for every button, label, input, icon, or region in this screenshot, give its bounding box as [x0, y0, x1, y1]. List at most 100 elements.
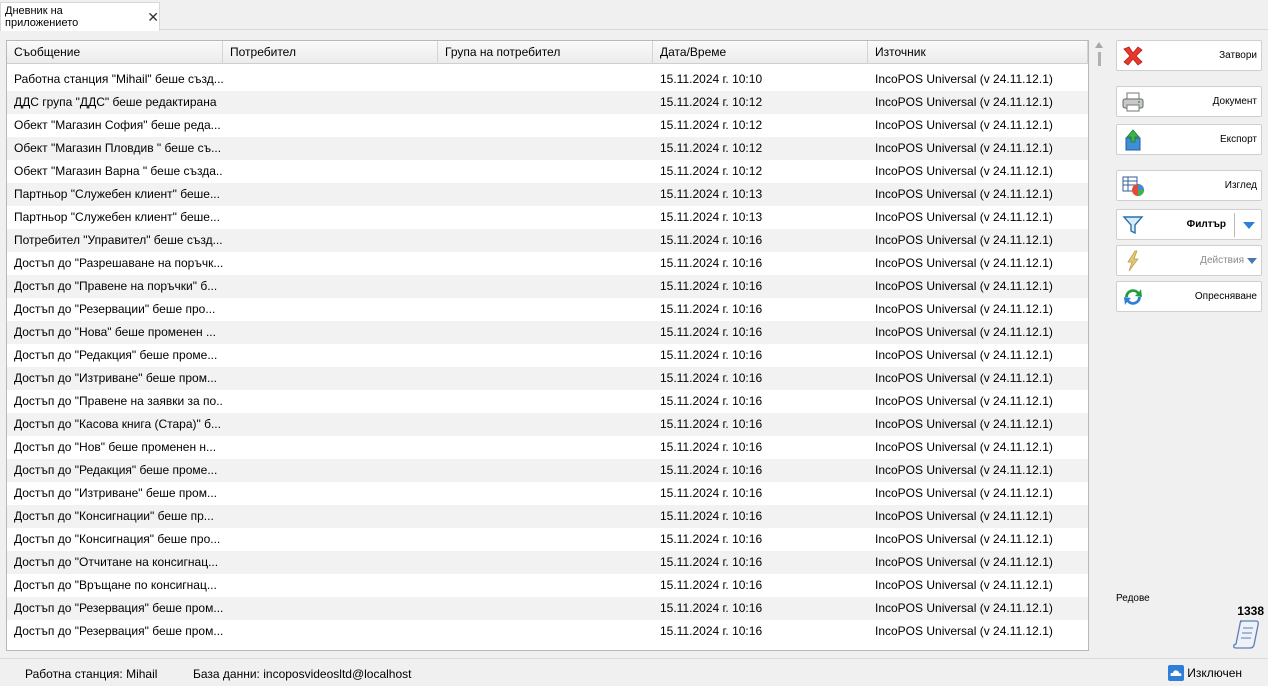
table-row[interactable]: Достъп до "Редакция" беше проме... 15.11.…	[7, 344, 1088, 367]
tab-close-icon[interactable]: ✕	[147, 10, 159, 24]
lightning-icon	[1127, 250, 1139, 272]
table-row[interactable]: Достъп до "Разрешаване на поръчк... 15.11…	[7, 252, 1088, 275]
document-button[interactable]: Документ	[1116, 86, 1262, 117]
cell-user	[223, 160, 438, 183]
refresh-button-label: Опресняване	[1194, 291, 1257, 302]
table-row[interactable]: Достъп до "Резервации" беше про... 15.11.…	[7, 298, 1088, 321]
cell-source: IncoPOS Universal (v 24.11.12.1)	[875, 555, 1053, 569]
cell-message: Достъп до "Консигнация" беше про...	[14, 532, 221, 546]
table-row[interactable]: ДДС група "ДДС" беше редактирана 15.11.20…	[7, 91, 1088, 114]
log-table[interactable]: Съобщение Потребител Група на потребител…	[6, 40, 1089, 651]
export-button-label: Експорт	[1219, 134, 1257, 145]
cell-user	[223, 91, 438, 114]
cell-source: IncoPOS Universal (v 24.11.12.1)	[875, 256, 1053, 270]
cell-datetime: 15.11.2024 г. 10:16	[660, 256, 763, 270]
table-row[interactable]: Обект "Магазин София" беше реда... 15.11.…	[7, 114, 1088, 137]
cell-source: IncoPOS Universal (v 24.11.12.1)	[875, 210, 1053, 224]
cell-source: IncoPOS Universal (v 24.11.12.1)	[875, 417, 1053, 431]
table-row[interactable]: Обект "Магазин Пловдив " беше съ... 15.11…	[7, 137, 1088, 160]
cell-user-group	[438, 91, 653, 114]
cell-message: Достъп до "Редакция" беше проме...	[14, 463, 218, 477]
cell-user-group	[438, 597, 653, 620]
cell-source: IncoPOS Universal (v 24.11.12.1)	[875, 233, 1053, 247]
table-row[interactable]: Достъп до "Изтриване" беше пром... 15.11.…	[7, 367, 1088, 390]
cloud-icon	[1168, 665, 1185, 681]
table-row[interactable]: Партньор "Служебен клиент" беше... 15.11.…	[7, 206, 1088, 229]
cell-user	[223, 183, 438, 206]
view-button[interactable]: Изглед	[1116, 170, 1262, 201]
table-row[interactable]: Потребител "Управител" беше създ... 15.11…	[7, 229, 1088, 252]
tab-title: Дневник на приложението	[5, 5, 79, 29]
cell-source: IncoPOS Universal (v 24.11.12.1)	[875, 302, 1053, 316]
table-row[interactable]: Достъп до "Консигнации" беше пр... 15.11.…	[7, 505, 1088, 528]
cell-source: IncoPOS Universal (v 24.11.12.1)	[875, 371, 1053, 385]
table-row[interactable]: Достъп до "Резервация" беше пром... 15.11…	[7, 597, 1088, 620]
cell-datetime: 15.11.2024 г. 10:16	[660, 394, 763, 408]
cell-datetime: 15.11.2024 г. 10:13	[660, 187, 763, 201]
export-box-icon	[1125, 129, 1141, 151]
cell-user-group	[438, 367, 653, 390]
table-row[interactable]: Достъп до "Резервация" беше пром... 15.11…	[7, 620, 1088, 643]
cell-source: IncoPOS Universal (v 24.11.12.1)	[875, 532, 1053, 546]
table-row[interactable]: Работна станция "Mihail" беше създ... 15.…	[7, 68, 1088, 91]
column-header-user[interactable]: Потребител	[223, 41, 438, 64]
refresh-button[interactable]: Опресняване	[1116, 281, 1262, 312]
cell-source: IncoPOS Universal (v 24.11.12.1)	[875, 601, 1053, 615]
cell-user-group	[438, 413, 653, 436]
cell-message: Партньор "Служебен клиент" беше...	[14, 187, 220, 201]
table-row[interactable]: Достъп до "Връщане по консигнац... 15.11.…	[7, 574, 1088, 597]
cell-datetime: 15.11.2024 г. 10:16	[660, 532, 763, 546]
cell-user	[223, 68, 438, 91]
table-row[interactable]: Обект "Магазин Варна " беше създа... 15.1…	[7, 160, 1088, 183]
table-row[interactable]: Достъп до "Изтриване" беше пром... 15.11.…	[7, 482, 1088, 505]
table-row[interactable]: Достъп до "Нов" беше променен н... 15.11.…	[7, 436, 1088, 459]
export-button[interactable]: Експорт	[1116, 124, 1262, 155]
filter-button[interactable]: Филтър	[1116, 209, 1262, 240]
cell-source: IncoPOS Universal (v 24.11.12.1)	[875, 187, 1053, 201]
table-row[interactable]: Достъп до "Нова" беше променен ... 15.11.…	[7, 321, 1088, 344]
actions-dropdown-icon[interactable]	[1247, 257, 1257, 264]
table-row[interactable]: Достъп до "Отчитане на консигнац... 15.11…	[7, 551, 1088, 574]
scroll-up-icon[interactable]	[1095, 42, 1103, 48]
cell-datetime: 15.11.2024 г. 10:12	[660, 164, 763, 178]
cell-user	[223, 597, 438, 620]
actions-button[interactable]: Действия	[1116, 245, 1262, 276]
column-header-source[interactable]: Източник	[868, 41, 1088, 64]
table-row[interactable]: Партньор "Служебен клиент" беше... 15.11.…	[7, 183, 1088, 206]
cell-message: ДДС група "ДДС" беше редактирана	[14, 95, 217, 109]
cell-datetime: 15.11.2024 г. 10:13	[660, 210, 763, 224]
table-row[interactable]: Достъп до "Редакция" беше проме... 15.11.…	[7, 459, 1088, 482]
cell-user-group	[438, 229, 653, 252]
cell-message: Достъп до "Касова книга (Стара)" б...	[14, 417, 221, 431]
table-row[interactable]: Достъп до "Правене на поръчки" б... 15.11…	[7, 275, 1088, 298]
table-row[interactable]: Достъп до "Консигнация" беше про... 15.11…	[7, 528, 1088, 551]
cell-datetime: 15.11.2024 г. 10:16	[660, 486, 763, 500]
cell-user-group	[438, 137, 653, 160]
cell-user-group	[438, 528, 653, 551]
table-row[interactable]: Достъп до "Касова книга (Стара)" б... 15.…	[7, 413, 1088, 436]
column-header-message[interactable]: Съобщение	[7, 41, 223, 64]
cell-source: IncoPOS Universal (v 24.11.12.1)	[875, 463, 1053, 477]
cell-source: IncoPOS Universal (v 24.11.12.1)	[875, 279, 1053, 293]
scroll-thumb[interactable]	[1097, 52, 1101, 66]
cell-datetime: 15.11.2024 г. 10:16	[660, 348, 763, 362]
filter-button-label: Филтър	[1186, 219, 1226, 230]
table-body: Работна станция "Mihail" беше създ... 15.…	[7, 64, 1088, 643]
table-row[interactable]: Достъп до "Правене на заявки за по... 15.…	[7, 390, 1088, 413]
cell-datetime: 15.11.2024 г. 10:16	[660, 302, 763, 316]
cell-datetime: 15.11.2024 г. 10:16	[660, 463, 763, 477]
column-header-user-group[interactable]: Група на потребител	[438, 41, 653, 64]
logout-button[interactable]: Изключен	[1168, 665, 1242, 681]
tab-application-log[interactable]: Дневник на приложението ✕	[0, 2, 160, 31]
column-header-datetime[interactable]: Дата/Време	[653, 41, 868, 64]
cell-message: Достъп до "Отчитане на консигнац...	[14, 555, 219, 569]
tab-bar: Дневник на приложението ✕	[0, 0, 1268, 31]
filter-dropdown-icon[interactable]	[1243, 222, 1255, 229]
vertical-scrollbar[interactable]	[1093, 42, 1105, 72]
refresh-arrows-icon	[1124, 289, 1142, 305]
cell-user-group	[438, 183, 653, 206]
cell-user-group	[438, 436, 653, 459]
cell-user	[223, 482, 438, 505]
close-button[interactable]: Затвори	[1116, 40, 1262, 71]
status-workstation: Работна станция: Mihail	[25, 667, 158, 681]
